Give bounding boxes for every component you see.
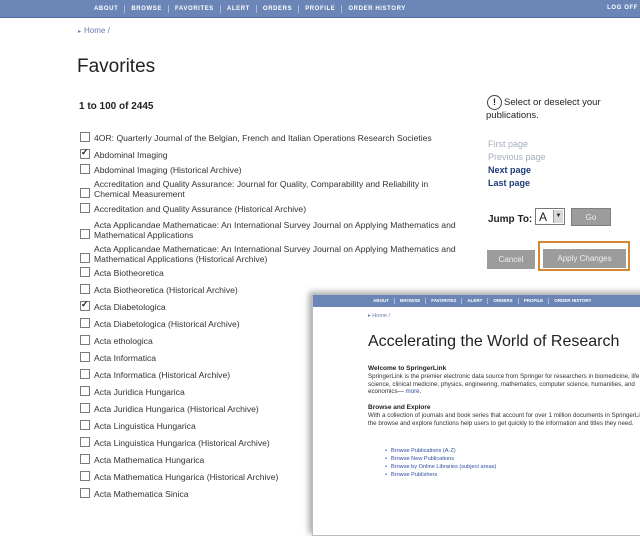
publication-title: Accreditation and Quality Assurance: Jou… (94, 179, 429, 199)
inset-welcome-heading: Welcome to SpringerLink (368, 365, 447, 372)
top-navigation-bar: ABOUT BROWSE FAVORITES ALERT ORDERS PROF… (0, 0, 640, 18)
publication-checkbox[interactable] (80, 253, 90, 263)
publication-title: Acta Applicandae Mathematicae: An Intern… (94, 220, 456, 240)
page-title: Favorites (77, 56, 156, 77)
next-page-link[interactable]: Next page (488, 165, 531, 175)
publication-title: Acta Linguistica Hungarica (94, 421, 196, 431)
publication-title: Acta Mathematica Hungarica (94, 455, 205, 465)
publication-checkbox[interactable] (80, 318, 90, 328)
inset-nav-profile[interactable]: PROFILE (519, 298, 550, 304)
publication-item[interactable]: Abdominal Imaging (80, 147, 466, 160)
publication-checkbox[interactable] (80, 284, 90, 294)
inset-navigation-bar: ABOUT BROWSE FAVORITES ALERT ORDERS PROF… (313, 295, 640, 307)
nav-menu: ABOUT BROWSE FAVORITES ALERT ORDERS PROF… (88, 0, 412, 17)
inset-nav-favorites[interactable]: FAVORITES (426, 298, 463, 304)
publication-checkbox[interactable] (80, 454, 90, 464)
inset-nav-browse[interactable]: BROWSE (395, 298, 427, 304)
info-text: Select or deselect your publications. (486, 97, 601, 121)
inset-breadcrumb-home[interactable]: Home / (372, 313, 390, 319)
inset-browse-text: With a collection of journals and book s… (368, 412, 640, 427)
publication-checkbox[interactable] (80, 369, 90, 379)
publication-checkbox[interactable] (80, 267, 90, 277)
publication-title: Acta Informatica (Historical Archive) (94, 370, 231, 380)
nav-profile[interactable]: PROFILE (299, 4, 343, 13)
breadcrumb-home[interactable]: Home / (84, 26, 110, 35)
publication-item[interactable]: Abdominal Imaging (Historical Archive) (80, 164, 466, 175)
publication-item[interactable]: Acta Applicandae Mathematicae: An Intern… (80, 220, 466, 240)
inset-nav-menu: ABOUT BROWSE FAVORITES ALERT ORDERS PROF… (368, 295, 596, 307)
publication-item[interactable]: Accreditation and Quality Assurance: Jou… (80, 179, 466, 199)
publication-title: Acta Linguistica Hungarica (Historical A… (94, 438, 270, 448)
publication-checkbox[interactable] (80, 164, 90, 174)
publication-checkbox[interactable] (80, 471, 90, 481)
springerlink-home-screenshot: ABOUT BROWSE FAVORITES ALERT ORDERS PROF… (312, 294, 640, 536)
last-page-link[interactable]: Last page (488, 178, 530, 188)
nav-favorites[interactable]: FAVORITES (169, 4, 221, 13)
breadcrumb-arrow-icon: ▸ (78, 29, 82, 35)
publication-checkbox[interactable] (80, 386, 90, 396)
cancel-button[interactable]: Cancel (487, 250, 535, 269)
jump-to-label: Jump To: (488, 214, 533, 225)
inset-breadcrumb[interactable]: ▸ Home / (368, 313, 390, 319)
inset-welcome-text: SpringerLink is the premier electronic d… (368, 373, 640, 396)
publication-checkbox[interactable] (80, 420, 90, 430)
publication-title: 4OR: Quarterly Journal of the Belgian, F… (94, 133, 432, 143)
publication-title: Acta Diabetologica (94, 302, 166, 312)
first-page-link: First page (488, 139, 529, 149)
publication-item[interactable]: Acta Biotheoretica (80, 267, 466, 278)
inset-link-browse-publications[interactable]: Browse Publications (A-Z) (385, 448, 456, 454)
publication-title: Acta Mathematica Sinica (94, 489, 189, 499)
jump-to-value: A (539, 210, 548, 224)
inset-link-browse-publishers[interactable]: Browse Publishers (385, 472, 437, 478)
nav-browse[interactable]: BROWSE (125, 4, 169, 13)
publication-title: Acta Applicandae Mathematicae: An Intern… (94, 244, 456, 264)
apply-changes-button[interactable]: Apply Changes (543, 249, 626, 268)
dropdown-arrow-icon[interactable]: ▼ (553, 210, 563, 223)
log-off-link[interactable]: LOG OFF (607, 5, 638, 11)
inset-nav-alert[interactable]: ALERT (462, 298, 489, 304)
inset-link-browse-new[interactable]: Browse New Publications (385, 456, 454, 462)
publication-checkbox[interactable] (80, 352, 90, 362)
nav-about[interactable]: ABOUT (88, 4, 126, 13)
breadcrumb[interactable]: ▸ Home / (78, 26, 110, 35)
publication-title: Acta Biotheoretica (Historical Archive) (94, 285, 238, 295)
go-button[interactable]: Go (571, 208, 611, 226)
publication-checkbox[interactable] (80, 437, 90, 447)
inset-link-browse-libraries[interactable]: Browse by Online Libraries (subject area… (385, 464, 496, 470)
publication-title: Acta Biotheoretica (94, 268, 164, 278)
publication-title: Acta Diabetologica (Historical Archive) (94, 319, 240, 329)
inset-nav-about[interactable]: ABOUT (368, 298, 395, 304)
publication-checkbox[interactable] (80, 132, 90, 142)
publication-item[interactable]: 4OR: Quarterly Journal of the Belgian, F… (80, 132, 466, 143)
publication-title: Acta ethologica (94, 336, 153, 346)
publication-title: Acta Mathematica Hungarica (Historical A… (94, 472, 279, 482)
publication-title: Acta Informatica (94, 353, 157, 363)
nav-alert[interactable]: ALERT (221, 4, 257, 13)
publication-checkbox[interactable] (80, 299, 90, 311)
inset-browse-heading: Browse and Explore (368, 404, 431, 411)
inset-nav-orders[interactable]: ORDERS (488, 298, 519, 304)
publication-title: Acta Juridica Hungarica (Historical Arch… (94, 404, 259, 414)
publication-item[interactable]: Accreditation and Quality Assurance (His… (80, 203, 466, 214)
publication-item[interactable]: Acta Applicandae Mathematicae: An Intern… (80, 244, 466, 264)
publication-checkbox[interactable] (80, 203, 90, 213)
publication-checkbox[interactable] (80, 403, 90, 413)
inset-nav-order-history[interactable]: ORDER HISTORY (549, 298, 596, 304)
nav-orders[interactable]: ORDERS (257, 4, 300, 13)
nav-order-history[interactable]: ORDER HISTORY (342, 5, 411, 13)
inset-title: Accelerating the World of Research (368, 333, 620, 350)
publication-checkbox[interactable] (80, 147, 90, 159)
publication-title: Accreditation and Quality Assurance (His… (94, 204, 307, 214)
publication-checkbox[interactable] (80, 188, 90, 198)
publication-checkbox[interactable] (80, 488, 90, 498)
publication-title: Acta Juridica Hungarica (94, 387, 185, 397)
publication-title: Abdominal Imaging (94, 150, 168, 160)
publication-checkbox[interactable] (80, 335, 90, 345)
results-range: 1 to 100 of 2445 (79, 101, 154, 112)
jump-to-select[interactable]: A ▼ (535, 208, 565, 225)
inset-more-link[interactable]: more. (406, 388, 422, 395)
previous-page-link: Previous page (488, 152, 546, 162)
publication-checkbox[interactable] (80, 229, 90, 239)
publication-title: Abdominal Imaging (Historical Archive) (94, 165, 242, 175)
